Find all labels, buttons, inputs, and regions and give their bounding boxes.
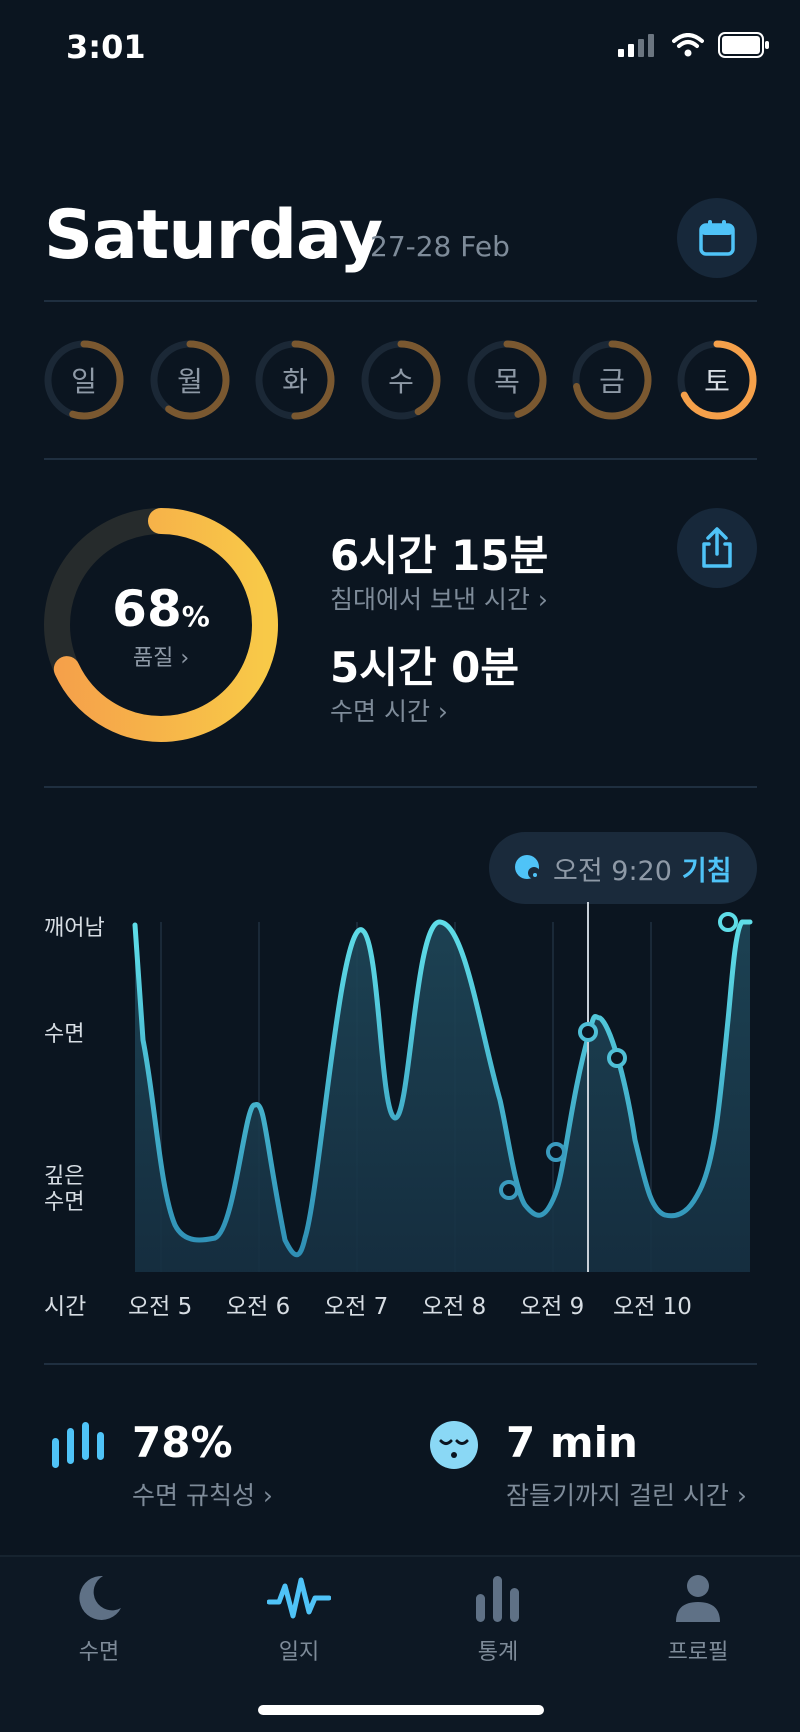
status-icons [618, 32, 770, 58]
wake-time: 오전 9:20 [553, 855, 672, 887]
signal-icon [618, 34, 654, 57]
latency-value: 7 min [506, 1418, 638, 1467]
divider [44, 300, 757, 302]
tab-label: 일지 [278, 1640, 320, 1665]
x-tick: 오전 6 [226, 1294, 291, 1320]
x-tick: 오전 9 [520, 1294, 585, 1320]
day-label: 화 [282, 365, 308, 398]
day-label: 토 [704, 365, 730, 398]
tab-label: 수면 [78, 1640, 120, 1665]
day-label: 일 [71, 365, 97, 398]
tab-label: 통계 [477, 1640, 519, 1665]
x-tick: 오전 10 [613, 1294, 692, 1320]
regularity-value: 78% [132, 1418, 233, 1467]
day-label: 금 [599, 365, 625, 398]
x-axis-title: 시간 [44, 1294, 87, 1320]
day-ring[interactable]: 수 [361, 340, 441, 420]
calendar-icon [699, 220, 735, 256]
wake-icon [515, 855, 540, 879]
day-ring[interactable]: 토 [677, 340, 757, 420]
sleepy-face-icon [430, 1421, 478, 1469]
tab-label: 프로필 [667, 1640, 729, 1665]
tab-stats[interactable]: 통계 [408, 1572, 588, 1666]
share-button[interactable] [677, 508, 757, 588]
tab-sleep[interactable]: 수면 [9, 1572, 189, 1666]
quality-percent: 68% [44, 580, 278, 638]
quality-number: 68 [112, 580, 182, 638]
y-label-deep-1: 깊은 [44, 1164, 85, 1189]
status-time: 3:01 [66, 28, 146, 66]
day-ring[interactable]: 화 [255, 340, 335, 420]
wake-label: 기침 [681, 855, 732, 887]
x-tick: 오전 8 [422, 1294, 487, 1320]
date-range: 27-28 Feb [370, 230, 510, 263]
day-ring[interactable]: 일 [44, 340, 124, 420]
day-label: 목 [494, 365, 520, 398]
quality-link[interactable]: 품질 › [44, 640, 278, 672]
pulse-icon [266, 1577, 332, 1619]
page-title: Saturday [44, 196, 383, 275]
calendar-button[interactable] [677, 198, 757, 278]
sleep-chart [132, 902, 753, 1272]
moon-icon [79, 1575, 121, 1620]
divider [44, 458, 757, 460]
time-in-bed-link[interactable]: 침대에서 보낸 시간 › [330, 580, 548, 616]
regularity-link[interactable]: 수면 규칙성 › [132, 1476, 273, 1512]
quality-symbol: % [181, 600, 210, 633]
battery-icon [718, 32, 769, 58]
home-indicator [258, 1705, 544, 1715]
time-in-bed-value: 6시간 15분 [330, 531, 549, 580]
tab-journal[interactable]: 일지 [209, 1572, 389, 1666]
divider [44, 1363, 757, 1365]
x-tick: 오전 7 [324, 1294, 389, 1320]
y-label-sleep: 수면 [44, 1022, 85, 1047]
day-label: 수 [388, 365, 414, 398]
x-tick: 오전 5 [128, 1294, 193, 1320]
bar-chart-icon [476, 1576, 519, 1622]
day-ring[interactable]: 월 [150, 340, 230, 420]
sleep-time-value: 5시간 0분 [330, 643, 519, 692]
divider [44, 786, 757, 788]
sleep-time-link[interactable]: 수면 시간 › [330, 692, 448, 728]
tab-profile[interactable]: 프로필 [608, 1572, 788, 1666]
day-ring[interactable]: 목 [467, 340, 547, 420]
person-icon [676, 1575, 720, 1622]
wifi-icon [672, 33, 704, 57]
y-label-awake: 깨어남 [44, 916, 105, 941]
y-label-deep-2: 수면 [44, 1190, 85, 1215]
share-icon [702, 527, 732, 568]
day-label: 월 [177, 365, 203, 398]
wake-time-pill[interactable]: 오전 9:20 기침 [489, 832, 757, 904]
day-ring[interactable]: 금 [572, 340, 652, 420]
regularity-icon [52, 1422, 104, 1468]
latency-link[interactable]: 잠들기까지 걸린 시간 › [506, 1476, 747, 1512]
